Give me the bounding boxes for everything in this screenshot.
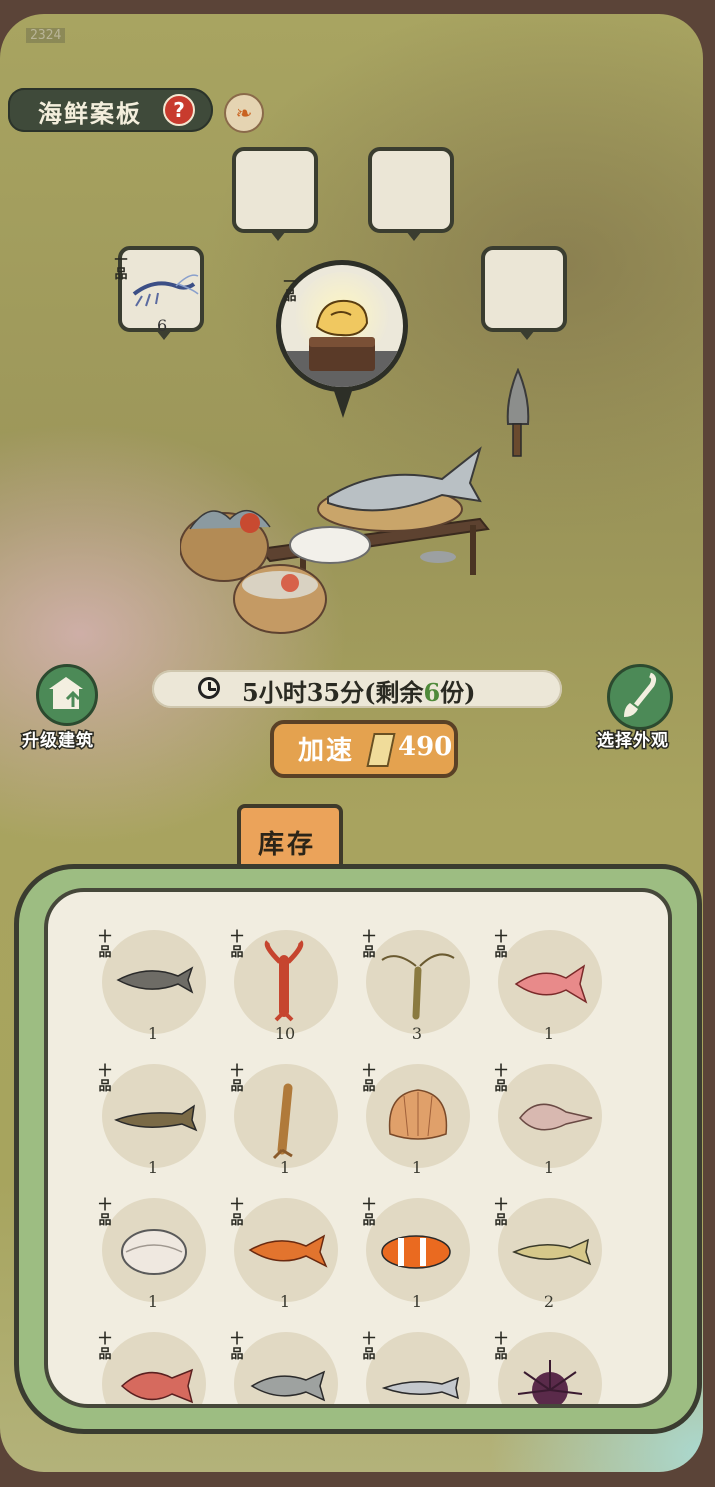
inventory-item-shrimp[interactable]: 十品 3: [362, 920, 472, 1050]
inventory-item-sea-urchin[interactable]: 十品: [494, 1322, 604, 1404]
corner-tag: 2324: [26, 28, 66, 43]
item-grade: 十品: [362, 1198, 376, 1228]
item-grade: 十品: [230, 1064, 244, 1094]
item-count: 1: [147, 1292, 159, 1311]
dish-grade: 一品: [283, 275, 297, 304]
inventory-item-crayfish[interactable]: 十品 10: [230, 920, 340, 1050]
speed-up-label: 加速: [298, 736, 355, 766]
item-grade: 十品: [98, 930, 112, 960]
inventory-item-anchovy[interactable]: 十品: [362, 1322, 472, 1404]
timer-text: 5小时35分(剩余6份): [242, 678, 476, 707]
brush-icon: [624, 672, 657, 717]
item-grade: 十品: [494, 1064, 508, 1094]
recipe-slot-empty-1[interactable]: [232, 147, 318, 241]
red-snapper-icon: [120, 1368, 194, 1404]
page-title: 海鲜案板: [38, 99, 142, 128]
clownfish-icon: [381, 1235, 451, 1269]
silver-carp-icon: [250, 1370, 326, 1402]
phoenix-icon[interactable]: ❧: [224, 93, 264, 133]
item-count: 1: [411, 1292, 423, 1311]
item-count: 3: [411, 1024, 423, 1043]
slot-count: 6: [157, 316, 168, 335]
inventory-item-carp[interactable]: 十品 1: [230, 1188, 340, 1318]
inventory-item-catfish[interactable]: 十品 1: [98, 1054, 208, 1184]
inventory-item-fish[interactable]: 十品 1: [98, 920, 208, 1050]
conch-icon: [519, 1103, 593, 1131]
item-count: 2: [543, 1292, 555, 1311]
item-count: 1: [147, 1158, 159, 1177]
red-goldfish-icon: [514, 964, 588, 1004]
sea-urchin-icon: [517, 1360, 583, 1404]
inventory-item-silver-carp[interactable]: 十品: [230, 1322, 340, 1404]
tab-inventory-label: 库存: [258, 830, 317, 860]
item-grade: 十品: [98, 1064, 112, 1094]
shrimp-icon: [381, 953, 455, 1020]
inventory-panel: 十品 1 十品 10 十品 3 十品 1 十品 1 十品 1 十品 1 十品 1 十品 1 十品 1 十品 1 十品 2 十品十…: [44, 888, 672, 1408]
catfish-icon: [114, 1104, 198, 1132]
item-count: 1: [411, 1158, 423, 1177]
item-grade: 十品: [494, 1198, 508, 1228]
item-count: 1: [279, 1158, 291, 1177]
item-grade: 十品: [230, 1332, 244, 1362]
knife-icon: [506, 368, 530, 457]
clock-icon: [198, 677, 220, 699]
yellow-croaker-icon: [512, 1238, 592, 1266]
bubble-tail: [333, 388, 353, 418]
item-grade: 十品: [362, 930, 376, 960]
item-count: 1: [147, 1024, 159, 1043]
fish-stall-illustration: [180, 446, 490, 634]
item-grade: 十品: [494, 930, 508, 960]
upgrade-building-button[interactable]: [36, 664, 98, 726]
inventory-item-conch[interactable]: 十品 1: [494, 1054, 604, 1184]
mantis-shrimp-icon: [272, 1083, 293, 1160]
item-grade: 十品: [98, 1198, 112, 1228]
item-grade: 十品: [230, 930, 244, 960]
item-count: 1: [543, 1024, 555, 1043]
inventory-item-clam[interactable]: 十品 1: [98, 1188, 208, 1318]
building-upgrade-icon: [49, 677, 83, 709]
anchovy-icon: [381, 1376, 460, 1400]
inventory-item-yellow-croaker[interactable]: 十品 2: [494, 1188, 604, 1318]
crayfish-icon: [264, 940, 304, 1022]
inventory-item-red-snapper[interactable]: 十品: [98, 1322, 208, 1404]
inventory-item-mantis-shrimp[interactable]: 十品 1: [230, 1054, 340, 1184]
inventory-item-scallop[interactable]: 十品 1: [362, 1054, 472, 1184]
carp-icon: [248, 1234, 328, 1268]
item-count: 10: [274, 1024, 296, 1043]
item-count: 1: [279, 1292, 291, 1311]
fish-icon: [116, 966, 194, 994]
select-appearance-button[interactable]: [607, 664, 673, 730]
help-icon[interactable]: ?: [163, 94, 195, 126]
inventory-item-red-goldfish[interactable]: 十品 1: [494, 920, 604, 1050]
item-grade: 十品: [230, 1198, 244, 1228]
recipe-slot-empty-3[interactable]: [481, 246, 567, 340]
item-grade: 十品: [98, 1332, 112, 1362]
inventory-item-clownfish[interactable]: 十品 1: [362, 1188, 472, 1318]
item-grade: 十品: [362, 1064, 376, 1094]
game-screen: 2324 海鲜案板 ? ❧ 一品 6 一品 升级建筑 选择外观 5小时35分(剩…: [0, 14, 703, 1472]
recipe-slot-empty-2[interactable]: [368, 147, 454, 241]
shrimp-icon: [132, 274, 199, 307]
slot-grade: 一品: [114, 253, 128, 282]
clam-icon: [121, 1229, 187, 1275]
item-grade: 十品: [494, 1332, 508, 1362]
select-appearance-label: 选择外观: [596, 730, 670, 753]
scallop-icon: [388, 1089, 448, 1140]
fish-steak-icon: [294, 272, 390, 371]
upgrade-building-label: 升级建筑: [21, 730, 95, 753]
remaining-count: 6: [423, 678, 441, 707]
item-grade: 十品: [362, 1332, 376, 1362]
speed-up-cost: 490: [398, 732, 453, 762]
item-count: 1: [543, 1158, 555, 1177]
